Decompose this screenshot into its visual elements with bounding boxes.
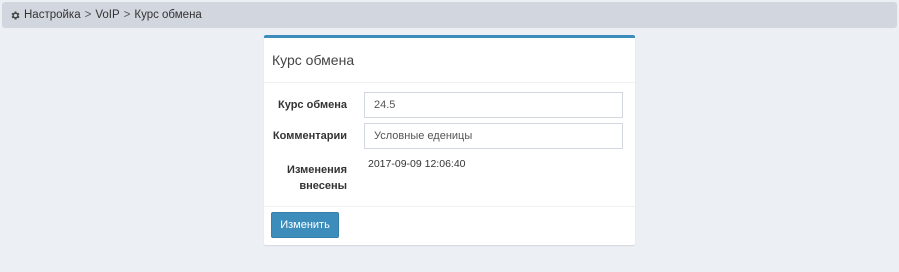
breadcrumb-separator: > xyxy=(84,9,92,21)
changed-timestamp: 2017-09-09 12:06:40 xyxy=(368,158,466,170)
changed-label-line1: Изменения xyxy=(287,164,347,176)
breadcrumb: Настройка > VoIP > Курс обмена xyxy=(2,2,897,28)
submit-button[interactable]: Изменить xyxy=(271,212,339,238)
comment-input[interactable]: Условные еденицы xyxy=(364,123,623,149)
changed-label-line2: внесены xyxy=(299,180,347,192)
breadcrumb-item-current: Курс обмена xyxy=(134,9,202,21)
exchange-rate-panel: Курс обмена Курс обмена 24.5 Комментарии… xyxy=(264,35,635,245)
panel-header: Курс обмена xyxy=(264,38,635,83)
panel-footer: Изменить xyxy=(264,207,635,245)
comment-label: Комментарии xyxy=(272,130,347,142)
breadcrumb-item-voip[interactable]: VoIP xyxy=(95,9,119,21)
rate-label: Курс обмена xyxy=(278,99,347,111)
breadcrumb-item-settings[interactable]: Настройка xyxy=(24,9,81,21)
panel-title: Курс обмена xyxy=(272,52,355,68)
breadcrumb-separator: > xyxy=(123,9,131,21)
panel-body: Курс обмена 24.5 Комментарии Условные ед… xyxy=(264,83,635,207)
rate-input[interactable]: 24.5 xyxy=(364,92,623,118)
gear-icon xyxy=(11,11,20,19)
